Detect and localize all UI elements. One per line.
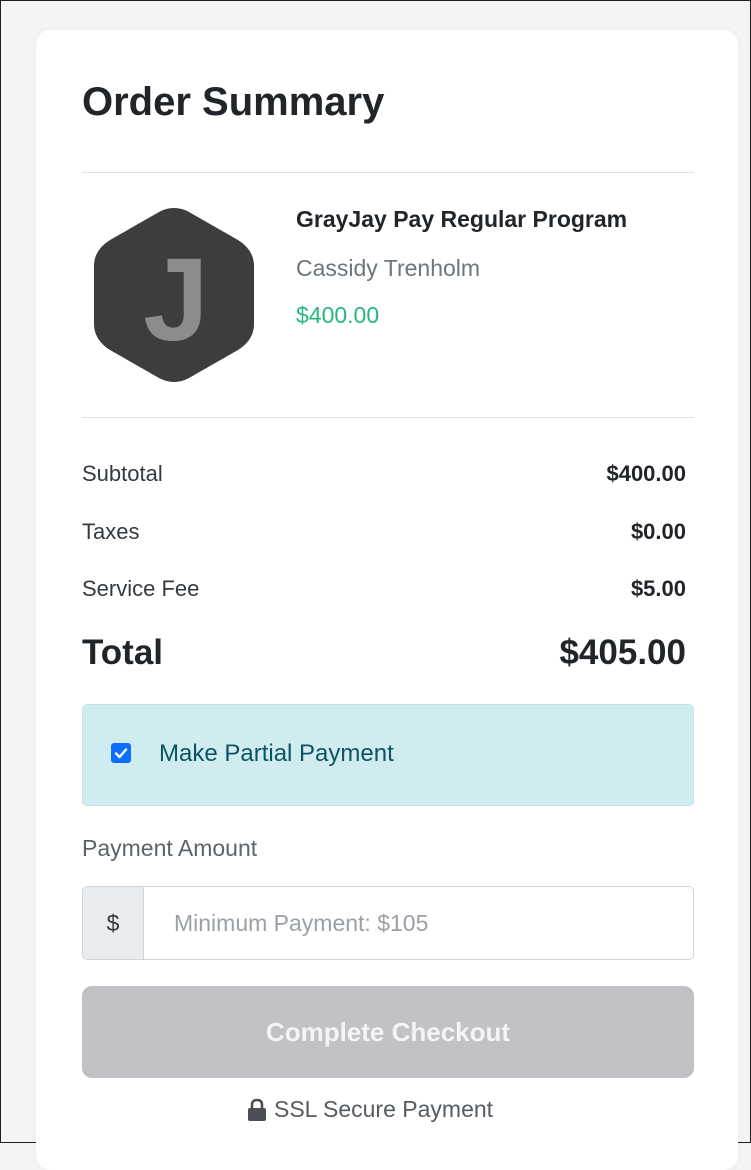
seller-name: Cassidy Trenholm xyxy=(296,255,481,281)
logo-letter: J xyxy=(143,234,209,366)
subtotal-value: $400.00 xyxy=(606,461,686,486)
subtotal-row: Subtotal $400.00 xyxy=(82,461,686,487)
payment-amount-input[interactable] xyxy=(144,887,693,959)
partial-payment-box: Make Partial Payment xyxy=(82,704,694,806)
service-fee-value: $5.00 xyxy=(630,576,686,601)
total-value: $405.00 xyxy=(559,633,686,672)
product-name: GrayJay Pay Regular Program xyxy=(296,206,628,232)
total-row: Total $405.00 xyxy=(82,633,686,673)
payment-amount-label: Payment Amount xyxy=(82,835,258,861)
complete-checkout-button[interactable]: Complete Checkout xyxy=(82,986,694,1078)
subtotal-label: Subtotal xyxy=(82,461,163,486)
currency-prefix: $ xyxy=(83,887,144,959)
order-summary-card: Order Summary J GrayJay Pay Regular Prog… xyxy=(36,30,738,1170)
taxes-value: $0.00 xyxy=(630,519,686,544)
partial-payment-label[interactable]: Make Partial Payment xyxy=(159,740,394,768)
total-label: Total xyxy=(82,633,164,672)
service-fee-row: Service Fee $5.00 xyxy=(82,576,686,602)
taxes-row: Taxes $0.00 xyxy=(82,519,686,545)
product-logo: J xyxy=(94,208,254,382)
ssl-label: SSL Secure Payment xyxy=(274,1096,494,1122)
page-title: Order Summary xyxy=(82,80,385,124)
partial-payment-checkbox[interactable] xyxy=(111,743,131,763)
lock-icon xyxy=(248,1098,266,1121)
payment-amount-group: $ xyxy=(82,886,694,960)
divider xyxy=(82,172,694,173)
divider xyxy=(82,417,694,418)
ssl-badge: SSL Secure Payment xyxy=(246,1096,493,1123)
service-fee-label: Service Fee xyxy=(82,576,200,601)
taxes-label: Taxes xyxy=(82,519,140,544)
checkmark-icon xyxy=(114,748,128,759)
product-price: $400.00 xyxy=(296,302,380,328)
